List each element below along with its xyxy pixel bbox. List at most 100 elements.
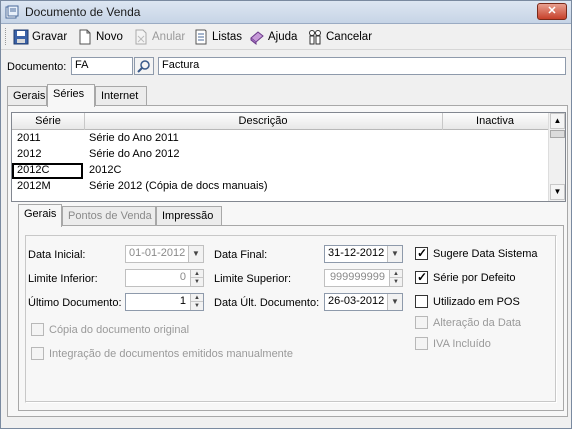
checkbox-box[interactable] (31, 323, 44, 336)
limite-superior-spinner[interactable]: ▲ ▼ (389, 270, 402, 286)
help-button[interactable]: Ajuda (249, 27, 297, 47)
serie-defeito-label: Série por Defeito (433, 271, 516, 284)
data-ult-documento-field[interactable]: 26-03-2012 ▼ (324, 293, 403, 311)
data-final-field[interactable]: 31-12-2012 ▼ (324, 245, 403, 263)
search-icon (137, 60, 150, 73)
anular-button[interactable]: Anular (133, 27, 185, 47)
col-header-inactiva[interactable]: Inactiva (442, 115, 548, 127)
serie-defeito-checkbox[interactable]: ✓ Série por Defeito (415, 270, 516, 284)
cell-descricao: Série 2012 (Cópia de docs manuais) (89, 180, 268, 192)
tab-gerais[interactable]: Gerais (7, 86, 47, 106)
tab-series-label: Séries (53, 88, 85, 100)
checkbox-box[interactable]: ✓ (415, 246, 428, 260)
inner-tab-gerais[interactable]: Gerais (18, 204, 62, 227)
scroll-up-button[interactable]: ▲ (550, 113, 565, 129)
chevron-down-icon[interactable]: ▼ (387, 294, 402, 310)
table-row[interactable]: 2011 Série do Ano 2011 (12, 131, 548, 147)
copia-original-checkbox[interactable]: Cópia do documento original (31, 323, 189, 336)
cancel-button[interactable]: Cancelar (307, 27, 372, 47)
alteracao-data-label: Alteração da Data (433, 316, 522, 329)
copia-original-label: Cópia do documento original (49, 323, 190, 336)
data-inicial-field[interactable]: 01-01-2012 ▼ (125, 245, 204, 263)
tab-gerais-label: Gerais (13, 90, 46, 102)
checkbox-box[interactable]: ✓ (415, 270, 428, 284)
gerais-tab-pane: Data Inicial: 01-01-2012 ▼ Data Final: 3… (18, 225, 564, 411)
series-tab-pane: Série Descrição Inactiva 2011 Série do A… (7, 105, 568, 417)
ultimo-documento-field[interactable]: 1 ▲ ▼ (125, 293, 204, 311)
documento-label: Documento: (7, 61, 67, 73)
integracao-checkbox[interactable]: Integração de documentos emitidos manual… (31, 347, 293, 360)
checkbox-box[interactable] (31, 347, 44, 360)
limite-superior-value: 999999999 (329, 271, 385, 283)
ultimo-documento-label: Último Documento: (28, 297, 122, 309)
iva-incluido-checkbox[interactable]: IVA Incluído (415, 337, 491, 350)
data-ult-documento-value: 26-03-2012 (328, 295, 385, 307)
alteracao-data-checkbox[interactable]: Alteração da Data (415, 316, 521, 329)
chevron-down-icon[interactable]: ▼ (188, 246, 203, 262)
limite-inferior-value: 0 (179, 271, 186, 283)
cell-serie: 2012M (17, 180, 51, 192)
help-book-icon (250, 31, 264, 45)
toolbar-grip[interactable] (5, 28, 8, 45)
sugere-data-checkbox[interactable]: ✓ Sugere Data Sistema (415, 246, 538, 260)
series-grid-header: Série Descrição Inactiva (12, 113, 548, 130)
save-label: Gravar (32, 31, 68, 43)
col-header-serie[interactable]: Série (12, 115, 84, 127)
save-button[interactable]: Gravar (13, 27, 67, 47)
inner-tab-gerais-label: Gerais (24, 208, 57, 220)
grid-vertical-scrollbar[interactable]: ▲ ▼ (548, 113, 565, 201)
table-row[interactable]: 2012 Série do Ano 2012 (12, 147, 548, 163)
limite-inferior-field[interactable]: 0 ▲ ▼ (125, 269, 204, 287)
inner-tab-impressao[interactable]: Impressão (156, 206, 222, 226)
listas-label: Listas (212, 31, 243, 43)
cell-serie: 2012C (17, 164, 50, 176)
title-bar: Documento de Venda ✕ (1, 1, 571, 24)
scroll-thumb[interactable] (550, 130, 565, 138)
close-button[interactable]: ✕ (537, 3, 567, 20)
checkmark-icon: ✓ (417, 246, 428, 260)
data-final-label: Data Final: (214, 249, 268, 261)
tab-internet[interactable]: Internet (95, 86, 147, 106)
listas-button[interactable]: Listas (193, 27, 242, 47)
limite-inferior-spinner[interactable]: ▲ ▼ (190, 270, 203, 286)
series-grid: Série Descrição Inactiva 2011 Série do A… (11, 112, 566, 202)
toolbar-divider (1, 49, 571, 50)
table-row[interactable]: 2012M Série 2012 (Cópia de docs manuais) (12, 179, 548, 195)
table-row-selected[interactable]: 2012C 2012C (12, 163, 548, 179)
anular-label: Anular (152, 31, 186, 43)
scroll-down-button[interactable]: ▼ (550, 184, 565, 200)
new-label: Novo (96, 31, 123, 43)
list-document-icon (195, 29, 207, 45)
col-header-descricao[interactable]: Descrição (84, 115, 442, 127)
documento-name-field[interactable]: Factura (158, 57, 566, 75)
utilizado-pos-label: Utilizado em POS (433, 295, 520, 308)
data-final-value: 31-12-2012 (328, 247, 385, 259)
tab-series[interactable]: Séries (47, 84, 95, 107)
new-document-icon (79, 29, 91, 45)
ultimo-documento-spinner[interactable]: ▲ ▼ (190, 294, 203, 310)
cell-descricao: 2012C (89, 164, 122, 176)
checkbox-box[interactable] (415, 316, 428, 329)
tab-internet-label: Internet (101, 90, 139, 102)
void-document-icon (135, 29, 147, 45)
limite-superior-label: Limite Superior: (214, 273, 292, 285)
utilizado-pos-checkbox[interactable]: Utilizado em POS (415, 295, 520, 308)
window-title: Documento de Venda (25, 5, 141, 19)
new-button[interactable]: Novo (77, 27, 123, 47)
floppy-disk-icon (13, 29, 29, 45)
cell-descricao: Série do Ano 2011 (89, 132, 179, 144)
cell-descricao: Série do Ano 2012 (89, 148, 180, 160)
inner-tab-pontos-label: Pontos de Venda (68, 210, 152, 222)
documento-code-field[interactable]: FA (71, 57, 133, 75)
ultimo-documento-value: 1 (179, 295, 186, 307)
limite-superior-field[interactable]: 999999999 ▲ ▼ (324, 269, 403, 287)
sugere-data-label: Sugere Data Sistema (433, 247, 538, 260)
documento-search-button[interactable] (134, 57, 154, 75)
document-app-icon (5, 5, 19, 19)
checkbox-box[interactable] (415, 337, 428, 350)
inner-tab-pontos-venda[interactable]: Pontos de Venda (62, 206, 156, 226)
checkbox-box[interactable] (415, 295, 428, 308)
data-inicial-value: 01-01-2012 (129, 247, 186, 259)
data-inicial-label: Data Inicial: (28, 249, 86, 261)
chevron-down-icon[interactable]: ▼ (387, 246, 402, 262)
